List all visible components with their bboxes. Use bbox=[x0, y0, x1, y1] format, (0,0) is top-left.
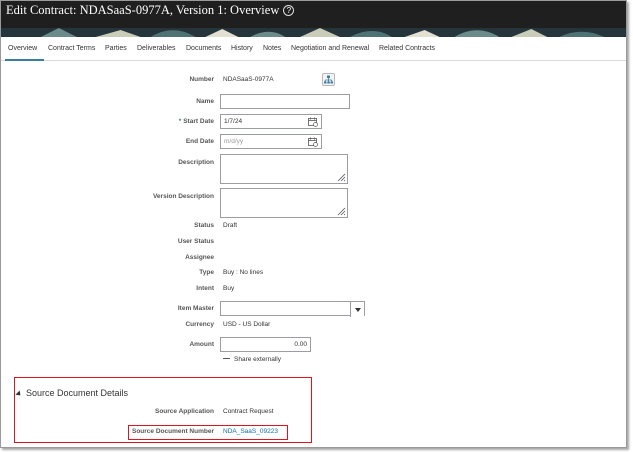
tab-related-contracts[interactable]: Related Contracts bbox=[379, 45, 435, 52]
end-date-placeholder: m/d/yy bbox=[224, 138, 244, 145]
currency-value: USD - US Dollar bbox=[223, 321, 271, 328]
contract-window: Edit Contract: NDASaaS-0977A, Version 1:… bbox=[0, 0, 627, 448]
status-label: Status bbox=[194, 222, 214, 229]
source-document-number-link[interactable]: NDA_SaaS_09223 bbox=[223, 428, 278, 435]
tab-bar: Overview Contract Terms Parties Delivera… bbox=[1, 37, 626, 61]
version-description-label: Version Description bbox=[152, 193, 214, 200]
tab-history[interactable]: History bbox=[231, 45, 253, 52]
version-description-textarea[interactable] bbox=[220, 188, 348, 218]
number-value: NDASaaS-0977A bbox=[223, 76, 274, 83]
tab-deliverables[interactable]: Deliverables bbox=[137, 45, 176, 52]
start-date-input[interactable]: 1/7/24 bbox=[220, 114, 322, 129]
end-date-label: End Date bbox=[185, 138, 214, 145]
source-section-title: Source Document Details bbox=[26, 388, 129, 398]
amount-label: Amount bbox=[189, 341, 214, 348]
item-master-label: Item Master bbox=[177, 305, 214, 312]
name-label: Name bbox=[196, 98, 214, 105]
end-date-input[interactable]: m/d/yy bbox=[220, 134, 322, 149]
start-date-value: 1/7/24 bbox=[224, 118, 243, 125]
description-textarea[interactable] bbox=[220, 154, 348, 184]
start-date-label: * Start Date bbox=[179, 118, 214, 125]
page-title: Edit Contract: NDASaaS-0977A, Version 1:… bbox=[6, 3, 295, 18]
tab-parties[interactable]: Parties bbox=[105, 45, 127, 52]
tab-contract-terms[interactable]: Contract Terms bbox=[48, 45, 95, 52]
required-indicator: * bbox=[178, 118, 182, 125]
source-document-number-label: Source Document Number bbox=[132, 428, 214, 435]
amount-input[interactable]: 0.00 bbox=[220, 337, 311, 352]
intent-label: Intent bbox=[196, 285, 214, 292]
share-externally-checkbox[interactable] bbox=[223, 358, 230, 359]
chevron-down-icon[interactable] bbox=[350, 302, 364, 317]
currency-label: Currency bbox=[185, 321, 214, 328]
number-label: Number bbox=[189, 76, 214, 83]
help-icon[interactable]: ? bbox=[283, 5, 295, 16]
resize-grip-icon[interactable] bbox=[336, 172, 346, 182]
source-application-label: Source Application bbox=[155, 408, 214, 415]
type-label: Type bbox=[199, 269, 214, 276]
type-value: Buy : No lines bbox=[223, 269, 264, 276]
page-header: Edit Contract: NDASaaS-0977A, Version 1:… bbox=[1, 1, 626, 37]
header-banner-pattern bbox=[1, 28, 626, 37]
calendar-icon[interactable] bbox=[308, 117, 318, 127]
resize-grip-icon[interactable] bbox=[336, 206, 346, 216]
calendar-icon[interactable] bbox=[308, 137, 318, 147]
source-application-value: Contract Request bbox=[223, 408, 274, 415]
assignee-label: Assignee bbox=[185, 254, 214, 261]
name-input[interactable] bbox=[220, 94, 350, 109]
tab-documents[interactable]: Documents bbox=[186, 45, 221, 52]
active-tab-indicator bbox=[5, 59, 44, 61]
tab-overview[interactable]: Overview bbox=[8, 45, 37, 52]
share-externally-label: Share externally bbox=[234, 356, 281, 363]
tab-negotiation-and-renewal[interactable]: Negotiation and Renewal bbox=[291, 45, 369, 52]
page-title-text: Edit Contract: NDASaaS-0977A, Version 1:… bbox=[6, 3, 280, 17]
hierarchy-icon[interactable] bbox=[322, 73, 335, 86]
start-date-label-text: Start Date bbox=[183, 118, 214, 125]
tab-notes[interactable]: Notes bbox=[263, 45, 281, 52]
description-label: Description bbox=[178, 159, 214, 166]
user-status-label: User Status bbox=[177, 238, 214, 245]
intent-value: Buy bbox=[223, 285, 235, 292]
status-value: Draft bbox=[223, 222, 238, 229]
item-master-select[interactable] bbox=[220, 301, 365, 317]
